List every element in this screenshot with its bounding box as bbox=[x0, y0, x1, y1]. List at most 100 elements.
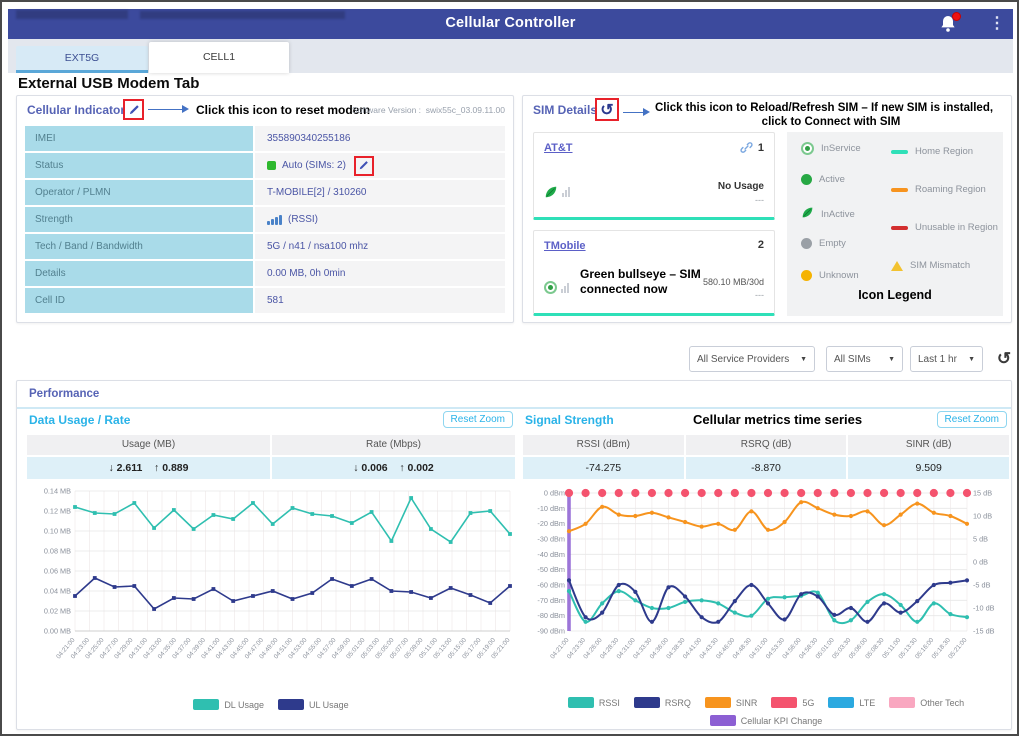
svg-text:-80 dBm: -80 dBm bbox=[537, 611, 565, 620]
svg-text:-50 dBm: -50 dBm bbox=[537, 565, 565, 574]
indicator-value: 5G / n41 / nsa100 mhz bbox=[255, 234, 505, 259]
legend-item-empty: Empty bbox=[801, 238, 846, 249]
reload-sim-icon[interactable]: ↺ bbox=[595, 98, 619, 121]
performance-title: Performance bbox=[29, 388, 99, 400]
chevron-down-icon: ▼ bbox=[888, 356, 895, 363]
legend-sinr: SINR bbox=[705, 697, 758, 708]
svg-text:0.06 MB: 0.06 MB bbox=[44, 567, 71, 576]
sim-card-att: AT&T 1 bbox=[533, 132, 775, 220]
sinr-column-header: SINR (dB) bbox=[848, 435, 1009, 455]
sim-slot: 1 bbox=[740, 141, 764, 154]
reset-zoom-button[interactable]: Reset Zoom bbox=[443, 411, 513, 428]
svg-text:-10 dBm: -10 dBm bbox=[537, 504, 565, 513]
tab-ext5g[interactable]: EXT5G bbox=[16, 46, 148, 73]
tab-cell1[interactable]: CELL1 bbox=[149, 42, 289, 73]
status-green-square-icon bbox=[267, 161, 276, 170]
usage-chart[interactable]: 0.00 MB0.02 MB0.04 MB0.06 MB0.08 MB0.10 … bbox=[27, 485, 515, 693]
svg-text:0.14 MB: 0.14 MB bbox=[44, 487, 71, 496]
legend-item-sim-mismatch: SIM Mismatch bbox=[891, 260, 970, 271]
dot-icon bbox=[801, 238, 812, 249]
rsrq-value: -8.870 bbox=[686, 457, 847, 479]
header-bar: Cellular Controller ⋮ bbox=[8, 9, 1013, 39]
svg-text:-30 dBm: -30 dBm bbox=[537, 535, 565, 544]
cellular-indicators-title: Cellular Indicators bbox=[27, 103, 132, 117]
indicator-value: 0.00 MB, 0h 0min bbox=[255, 261, 505, 286]
time-series-annotation: Cellular metrics time series bbox=[693, 412, 862, 427]
chevron-down-icon: ▼ bbox=[800, 356, 807, 363]
sim-card-tmobile: TMobile 2 Green bullseye – SIM connected… bbox=[533, 230, 775, 316]
rate-column-header: Rate (Mbps) bbox=[272, 435, 515, 455]
svg-text:0.04 MB: 0.04 MB bbox=[44, 587, 71, 596]
legend-item-unknown: Unknown bbox=[801, 270, 859, 281]
strength-value: (RSSI) bbox=[288, 207, 318, 232]
refresh-charts-icon[interactable]: ↺ bbox=[992, 346, 1016, 372]
reload-sim-annotation-line1: Click this icon to Reload/Refresh SIM – … bbox=[655, 102, 993, 114]
signal-summary-table: RSSI (dBm) RSRQ (dB) SINR (dB) -74.275 -… bbox=[523, 435, 1009, 481]
svg-text:0.08 MB: 0.08 MB bbox=[44, 547, 71, 556]
chevron-down-icon: ▼ bbox=[968, 356, 975, 363]
legend-dl-usage: DL Usage bbox=[193, 699, 264, 710]
indicator-row: Cell ID581 bbox=[25, 288, 505, 313]
time-range-select[interactable]: Last 1 hr▼ bbox=[910, 346, 983, 372]
upload-value: ↑ 0.889 bbox=[154, 462, 188, 474]
notifications-bell-icon[interactable] bbox=[939, 14, 959, 34]
usage-column-header: Usage (MB) bbox=[27, 435, 270, 455]
reload-sim-annotation-line2: click to Connect with SIM bbox=[655, 116, 1007, 128]
sim-state-icons bbox=[544, 185, 571, 199]
upload-rate-value: ↑ 0.002 bbox=[399, 462, 433, 474]
annotation-arrow bbox=[623, 108, 650, 116]
icon-legend-title: Icon Legend bbox=[787, 288, 1003, 302]
legend-5g: 5G bbox=[771, 697, 814, 708]
rssi-value: -74.275 bbox=[523, 457, 684, 479]
usage-values: ↓ 2.611 ↑ 0.889 bbox=[27, 457, 270, 479]
link-icon bbox=[740, 141, 753, 154]
divider bbox=[17, 407, 1011, 409]
legend-item-inservice: InService bbox=[801, 142, 861, 155]
legend-rssi: RSSI bbox=[568, 697, 620, 708]
dot-icon bbox=[801, 270, 812, 281]
reset-modem-annotation: Click this icon to reset modem bbox=[196, 103, 370, 117]
sim-name-link[interactable]: AT&T bbox=[544, 142, 573, 154]
legend-item-home-region: Home Region bbox=[891, 146, 973, 157]
leaf-icon bbox=[801, 206, 814, 222]
service-provider-select[interactable]: All Service Providers▼ bbox=[689, 346, 815, 372]
annotation-arrow bbox=[148, 105, 189, 113]
indicator-row: Details0.00 MB, 0h 0min bbox=[25, 261, 505, 286]
sims-select[interactable]: All SIMs▼ bbox=[826, 346, 903, 372]
legend-item-roaming-region: Roaming Region bbox=[891, 184, 986, 195]
page-annotation-label: External USB Modem Tab bbox=[18, 75, 199, 92]
software-version: Software Version : swix55c_03.09.11.00 bbox=[352, 105, 505, 115]
svg-text:0.12 MB: 0.12 MB bbox=[44, 507, 71, 516]
sim-name-link[interactable]: TMobile bbox=[544, 240, 586, 252]
svg-text:10 dB: 10 dB bbox=[973, 512, 992, 521]
signal-chart-legend-row2: Cellular KPI Change bbox=[523, 715, 1009, 726]
signal-strength-title: Signal Strength bbox=[525, 413, 614, 427]
kebab-menu-icon[interactable]: ⋮ bbox=[989, 13, 1005, 35]
legend-ul-usage: UL Usage bbox=[278, 699, 349, 710]
signal-mini-icon bbox=[561, 283, 570, 293]
cellular-controller-app: Cellular Controller ⋮ EXT5G CELL1 Extern… bbox=[0, 0, 1019, 736]
app-title: Cellular Controller bbox=[8, 15, 1013, 31]
indicator-value: Auto (SIMs: 2)Click this icon to setSIM … bbox=[255, 153, 505, 178]
reset-zoom-button[interactable]: Reset Zoom bbox=[937, 411, 1007, 428]
signal-bars-icon bbox=[267, 215, 283, 225]
dot-icon bbox=[801, 174, 812, 185]
signal-chart[interactable]: 0 dBm-10 dBm-20 dBm-30 dBm-40 dBm-50 dBm… bbox=[523, 485, 1009, 693]
rssi-column-header: RSSI (dBm) bbox=[523, 435, 684, 455]
sim-priority-pencil-icon[interactable] bbox=[354, 156, 374, 176]
indicator-row: Tech / Band / Bandwidth5G / n41 / nsa100… bbox=[25, 234, 505, 259]
indicator-label: Operator / PLMN bbox=[25, 180, 253, 205]
usage-summary-table: Usage (MB) Rate (Mbps) ↓ 2.611 ↑ 0.889 ↓… bbox=[27, 435, 515, 481]
indicator-label: Tech / Band / Bandwidth bbox=[25, 234, 253, 259]
usage-chart-legend: DL Usage UL Usage bbox=[27, 699, 515, 710]
sim-state-icons bbox=[544, 281, 570, 294]
svg-text:0.00 MB: 0.00 MB bbox=[44, 627, 71, 636]
indicator-label: Cell ID bbox=[25, 288, 253, 313]
notification-badge bbox=[952, 12, 961, 21]
svg-text:-70 dBm: -70 dBm bbox=[537, 596, 565, 605]
reset-modem-pencil-icon[interactable] bbox=[123, 99, 144, 120]
indicator-value: 581 bbox=[255, 288, 505, 313]
icon-legend-panel: InServiceActiveInActiveEmptyUnknown Home… bbox=[787, 132, 1003, 316]
indicator-row: Strength(RSSI)Cellular metrics (real-tim… bbox=[25, 207, 505, 232]
svg-text:-20 dBm: -20 dBm bbox=[537, 519, 565, 528]
